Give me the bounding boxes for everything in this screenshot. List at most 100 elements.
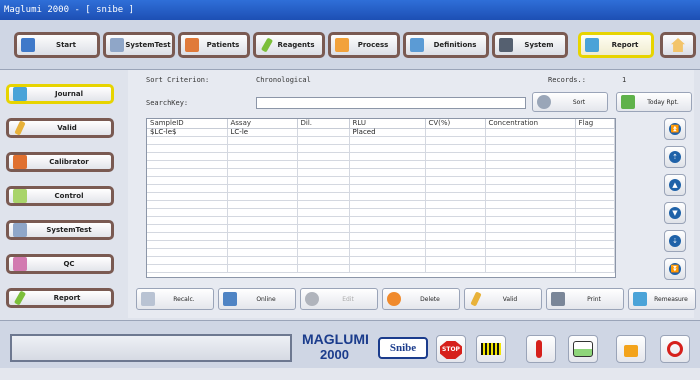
page-up-icon: ⇡	[669, 151, 681, 163]
status-panel: MAGLUMI 2000 Snibe STOP	[0, 320, 700, 368]
control-icon	[13, 189, 27, 203]
sidebar-item-label: Report	[53, 294, 81, 302]
sampleid-cell: $LC-le$	[147, 128, 228, 137]
concentration-cell	[485, 128, 576, 137]
systemtest-button[interactable]: SystemTest	[103, 32, 175, 58]
page-down-icon: ⇣	[669, 235, 681, 247]
up-arrow-icon: ▲	[669, 179, 681, 191]
column-header[interactable]: Concentration	[485, 119, 576, 129]
start-icon	[21, 38, 35, 52]
table-row	[147, 200, 615, 209]
sidebar-item-qc[interactable]: QC	[6, 254, 114, 274]
down-arrow-icon: ▼	[669, 207, 681, 219]
liquid-container-icon	[573, 341, 593, 357]
status-bar	[0, 368, 700, 380]
calibrator-icon	[13, 155, 27, 169]
page-down-button[interactable]: ⇣	[664, 230, 686, 252]
message-box	[10, 334, 292, 362]
table-row	[147, 248, 615, 257]
last-page-button[interactable]: ⏬	[664, 258, 686, 280]
report-icon	[585, 38, 599, 52]
qc-icon	[13, 257, 27, 271]
recalc-label: Recalc.	[173, 295, 195, 303]
delete-icon	[387, 292, 401, 306]
sort-button[interactable]: Sort	[532, 92, 608, 112]
table-row[interactable]: $LC-le$ LC-le Placed	[147, 128, 615, 137]
power-icon	[667, 341, 683, 357]
column-header[interactable]: CV(%)	[425, 119, 486, 129]
systemtest-label: SystemTest	[125, 41, 171, 49]
remeasure-button[interactable]: Remeasure	[628, 288, 696, 310]
results-table[interactable]: SampleID Assay Dil. RLU CV(%) Concentrat…	[146, 118, 616, 278]
column-header[interactable]: Flag	[575, 119, 615, 129]
table-row	[147, 144, 615, 153]
sidebar-item-control[interactable]: Control	[6, 186, 114, 206]
first-page-button[interactable]: ⏫	[664, 118, 686, 140]
definitions-button[interactable]: Definitions	[403, 32, 489, 58]
lock-icon	[624, 345, 638, 357]
power-button[interactable]	[660, 335, 690, 363]
sidebar-item-label: SystemTest	[46, 226, 92, 234]
page-up-button[interactable]: ⇡	[664, 146, 686, 168]
table-row	[147, 136, 615, 145]
edit-label: Edit	[342, 295, 354, 303]
definitions-label: Definitions	[433, 41, 477, 49]
today-report-icon	[621, 95, 635, 109]
column-header[interactable]: SampleID	[147, 119, 228, 129]
maglumi-logo: MAGLUMI 2000 Snibe	[302, 331, 428, 365]
column-header[interactable]: RLU	[349, 119, 426, 129]
double-up-icon: ⏫	[669, 123, 681, 135]
lock-button[interactable]	[616, 335, 646, 363]
washing-liquid-button[interactable]	[568, 335, 598, 363]
reagent-tray-button[interactable]	[476, 335, 506, 363]
sidebar-item-label: Calibrator	[49, 158, 89, 166]
magnifier-icon	[537, 95, 551, 109]
computer-icon	[499, 38, 513, 52]
calculator-icon	[141, 292, 155, 306]
system-button[interactable]: System	[492, 32, 568, 58]
sort-button-label: Sort	[572, 98, 586, 106]
sidebar-item-journal[interactable]: Journal	[6, 84, 114, 104]
start-button[interactable]: Start	[14, 32, 100, 58]
column-header[interactable]: Dil.	[297, 119, 350, 129]
dil-cell	[297, 128, 350, 137]
searchkey-label: SearchKey:	[146, 99, 189, 107]
today-report-button[interactable]: Today Rpt.	[616, 92, 692, 112]
sidebar-item-label: Valid	[57, 124, 77, 132]
process-button[interactable]: Process	[328, 32, 400, 58]
printer-icon	[551, 292, 565, 306]
process-icon	[335, 38, 349, 52]
patients-button[interactable]: Patients	[178, 32, 250, 58]
line-down-button[interactable]: ▼	[664, 202, 686, 224]
thermometer-icon	[536, 340, 542, 358]
home-button[interactable]	[660, 32, 696, 58]
stop-icon: STOP	[440, 341, 462, 359]
table-row	[147, 240, 615, 249]
report-button[interactable]: Report	[578, 32, 654, 58]
line-up-button[interactable]: ▲	[664, 174, 686, 196]
flag-cell	[575, 128, 615, 137]
table-header-row: SampleID Assay Dil. RLU CV(%) Concentrat…	[147, 119, 615, 129]
sidebar-item-calibrator[interactable]: Calibrator	[6, 152, 114, 172]
table-row	[147, 208, 615, 217]
search-input[interactable]	[256, 97, 526, 109]
stop-button[interactable]: STOP	[436, 335, 466, 363]
sidebar-item-report[interactable]: Report	[6, 288, 114, 308]
sidebar-item-systemtest[interactable]: SystemTest	[6, 220, 114, 240]
online-label: Online	[256, 295, 276, 303]
report-sidebar: Journal Valid Calibrator Control SystemT…	[6, 70, 126, 318]
patients-icon	[185, 38, 199, 52]
column-header[interactable]: Assay	[227, 119, 298, 129]
sidebar-item-valid[interactable]: Valid	[6, 118, 114, 138]
online-button[interactable]: Online	[218, 288, 296, 310]
table-row	[147, 264, 615, 273]
valid-button[interactable]: Valid	[464, 288, 542, 310]
print-button[interactable]: Print	[546, 288, 624, 310]
delete-button[interactable]: Delete	[382, 288, 460, 310]
reagents-label: Reagents	[277, 41, 315, 49]
reagents-button[interactable]: Reagents	[253, 32, 325, 58]
recalc-button[interactable]: Recalc.	[136, 288, 214, 310]
temperature-button[interactable]	[526, 335, 556, 363]
report-label: Report	[611, 41, 639, 49]
edit-button[interactable]: Edit	[300, 288, 378, 310]
